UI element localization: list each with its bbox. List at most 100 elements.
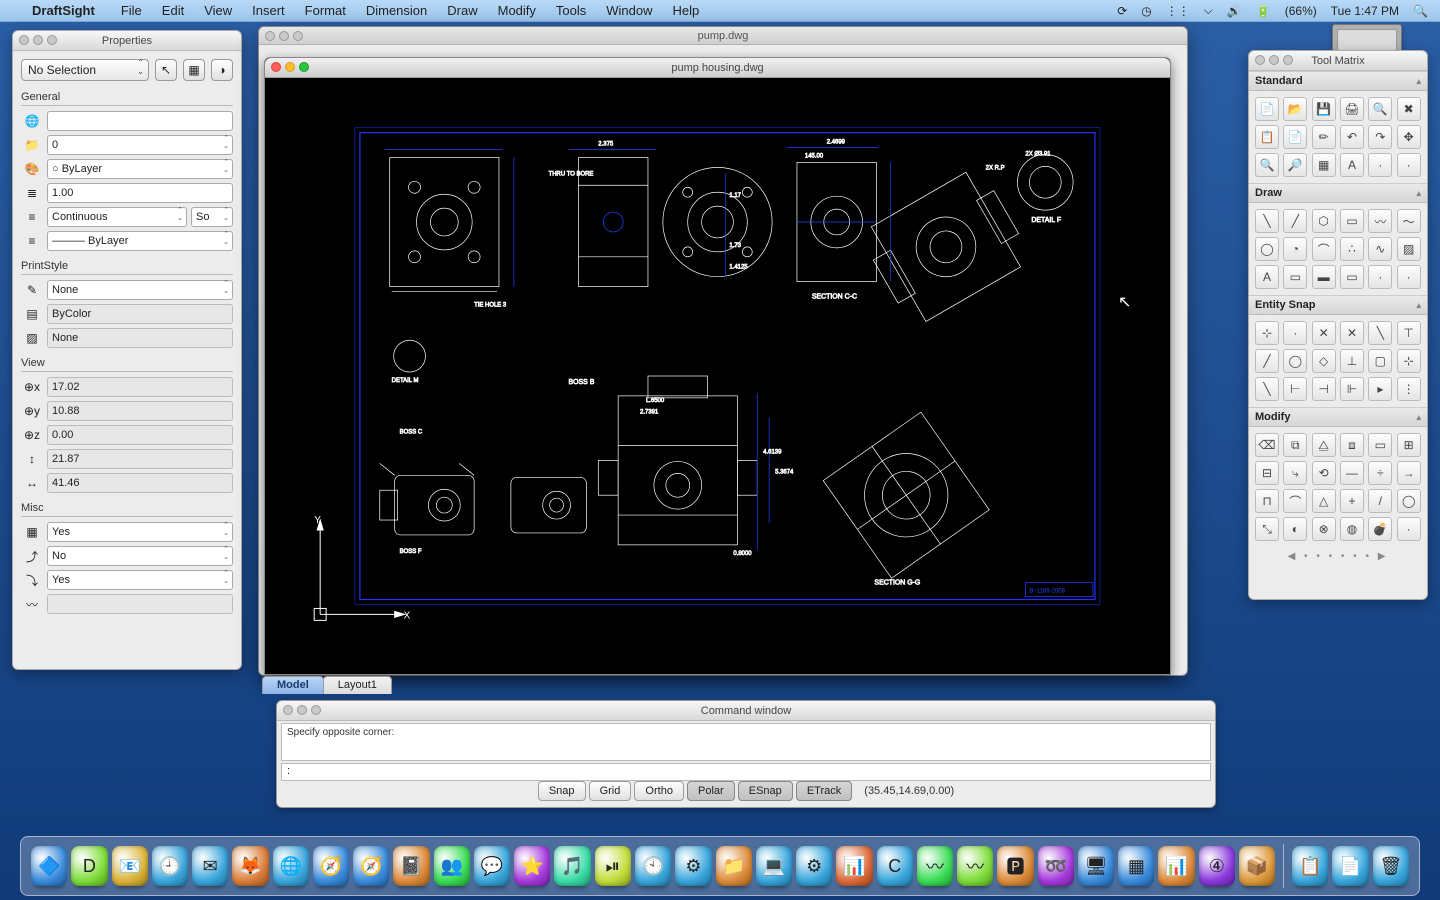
tab-model[interactable]: Model — [262, 676, 324, 694]
dock-app-icon[interactable]: D — [71, 846, 107, 886]
tool-button[interactable]: / — [1368, 489, 1392, 513]
tool-button[interactable]: ◍ — [1340, 517, 1364, 541]
dock-app-icon[interactable]: 💬 — [474, 846, 510, 886]
tool-button[interactable]: · — [1397, 517, 1421, 541]
selection-dropdown[interactable]: No Selection — [21, 59, 149, 81]
tool-button[interactable]: ⊣ — [1312, 377, 1336, 401]
tool-button[interactable]: ╲ — [1255, 209, 1279, 233]
menu-modify[interactable]: Modify — [490, 3, 544, 18]
dock-app-icon[interactable]: ⚙ — [675, 846, 711, 886]
tool-button[interactable]: ⧉ — [1283, 433, 1307, 457]
dock-app-icon[interactable]: 🕘 — [152, 846, 188, 886]
property-field[interactable]: ——— ByLayer — [47, 231, 233, 251]
tool-button[interactable]: ⧈ — [1340, 433, 1364, 457]
tool-button[interactable]: 📄 — [1255, 97, 1279, 121]
tool-button[interactable]: 🖨 — [1340, 97, 1364, 121]
sync-icon[interactable]: ⟳ — [1117, 4, 1127, 18]
dock-app-icon[interactable]: 🌐 — [273, 846, 309, 886]
property-field[interactable]: 1.00 — [47, 183, 233, 203]
tool-button[interactable]: ⧋ — [1312, 433, 1336, 457]
property-field[interactable]: Continuous — [47, 207, 187, 227]
property-field[interactable]: None — [47, 280, 233, 300]
command-titlebar[interactable]: Command window — [277, 701, 1215, 721]
dock-app-icon[interactable]: 💻 — [756, 846, 792, 886]
menu-edit[interactable]: Edit — [154, 3, 192, 18]
dock-app-icon[interactable]: 📊 — [836, 846, 872, 886]
status-esnap[interactable]: ESnap — [738, 781, 793, 801]
property-field[interactable]: ○ ByLayer — [47, 159, 233, 179]
menu-draw[interactable]: Draw — [439, 3, 485, 18]
tool-button[interactable]: ⊗ — [1312, 517, 1336, 541]
tool-button[interactable]: ▢ — [1368, 349, 1392, 373]
tool-button[interactable]: ÷ — [1368, 461, 1392, 485]
dock-app-icon[interactable]: 🦊 — [232, 846, 268, 886]
tool-button[interactable]: ╱ — [1283, 209, 1307, 233]
dock-app-icon[interactable]: 📦 — [1239, 846, 1275, 886]
dock-app-icon[interactable]: 〰 — [917, 846, 953, 886]
tool-button[interactable]: 💣 — [1368, 517, 1392, 541]
matrix-group-modify[interactable]: Modify — [1249, 407, 1427, 427]
dock-app-icon[interactable]: ➿ — [1038, 846, 1074, 886]
tool-button[interactable]: · — [1397, 265, 1421, 289]
tool-button[interactable]: ▭ — [1368, 433, 1392, 457]
app-menu[interactable]: DraftSight — [24, 3, 103, 18]
tool-button[interactable]: ⋮ — [1397, 377, 1421, 401]
dock-app-icon[interactable]: ✉ — [192, 846, 228, 886]
matrix-group-entity-snap[interactable]: Entity Snap — [1249, 295, 1427, 315]
dock-app-icon[interactable]: 📋 — [1292, 846, 1328, 886]
dock-app-icon[interactable]: ⏯ — [595, 846, 631, 886]
tool-button[interactable]: 🔎 — [1283, 153, 1307, 177]
tool-button[interactable]: ◯ — [1255, 237, 1279, 261]
tool-button[interactable]: · — [1368, 153, 1392, 177]
tool-button[interactable]: → — [1397, 461, 1421, 485]
dock-app-icon[interactable]: 📄 — [1332, 846, 1368, 886]
dock-app-icon[interactable]: 📁 — [716, 846, 752, 886]
property-field-extra[interactable]: So — [191, 207, 233, 227]
menu-format[interactable]: Format — [297, 3, 354, 18]
menu-window[interactable]: Window — [598, 3, 660, 18]
status-etrack[interactable]: ETrack — [796, 781, 852, 801]
tool-button[interactable]: 📄 — [1283, 125, 1307, 149]
tool-button[interactable]: ╲ — [1255, 377, 1279, 401]
tool-button[interactable]: ▨ — [1397, 237, 1421, 261]
status-ortho[interactable]: Ortho — [634, 781, 684, 801]
tool-button[interactable]: 📋 — [1255, 125, 1279, 149]
property-field[interactable]: No — [47, 546, 233, 566]
toggle-icon[interactable]: ◑ — [211, 59, 233, 81]
tool-button[interactable]: ✥ — [1397, 125, 1421, 149]
bluetooth-icon[interactable]: ⋮⋮ — [1166, 4, 1190, 18]
pick-icon[interactable]: ↖ — [155, 59, 177, 81]
command-input[interactable]: : — [281, 763, 1211, 781]
tool-button[interactable]: ⤡ — [1255, 517, 1279, 541]
quickselect-icon[interactable]: ▦ — [183, 59, 205, 81]
dock-app-icon[interactable]: ④ — [1199, 846, 1235, 886]
tool-button[interactable]: ⟲ — [1312, 461, 1336, 485]
tool-button[interactable]: ⊤ — [1397, 321, 1421, 345]
properties-titlebar[interactable]: Properties — [13, 31, 241, 51]
dock-app-icon[interactable]: 📧 — [112, 846, 148, 886]
tool-button[interactable]: 🔍 — [1255, 153, 1279, 177]
tool-button[interactable]: A — [1340, 153, 1364, 177]
tool-button[interactable]: ◔ — [1283, 237, 1307, 261]
tool-button[interactable]: — — [1340, 461, 1364, 485]
dock-app-icon[interactable]: 🔷 — [31, 846, 67, 886]
tool-button[interactable]: ⌫ — [1255, 433, 1279, 457]
tool-button[interactable]: 💾 — [1312, 97, 1336, 121]
dock-app-icon[interactable]: ⚙ — [796, 846, 832, 886]
dock-app-icon[interactable]: 🕙 — [635, 846, 671, 886]
tool-button[interactable]: ⊢ — [1283, 377, 1307, 401]
tool-button[interactable]: ⊹ — [1255, 321, 1279, 345]
tool-button[interactable]: ▸ — [1368, 377, 1392, 401]
doc-parent-titlebar[interactable]: pump.dwg — [259, 27, 1187, 45]
tool-button[interactable]: 〰 — [1368, 209, 1392, 233]
timemachine-icon[interactable]: ◷ — [1141, 4, 1151, 18]
dock-app-icon[interactable]: 🗑 — [1373, 846, 1409, 886]
dock-app-icon[interactable]: 🅿 — [997, 846, 1033, 886]
volume-icon[interactable]: 🔊 — [1227, 4, 1242, 18]
tool-matrix-titlebar[interactable]: Tool Matrix — [1249, 51, 1427, 71]
dock-app-icon[interactable]: ⭐ — [514, 846, 550, 886]
property-field[interactable]: Yes — [47, 570, 233, 590]
tool-button[interactable]: ⬡ — [1312, 209, 1336, 233]
property-field[interactable] — [47, 111, 233, 131]
dock-app-icon[interactable]: 🎵 — [554, 846, 590, 886]
